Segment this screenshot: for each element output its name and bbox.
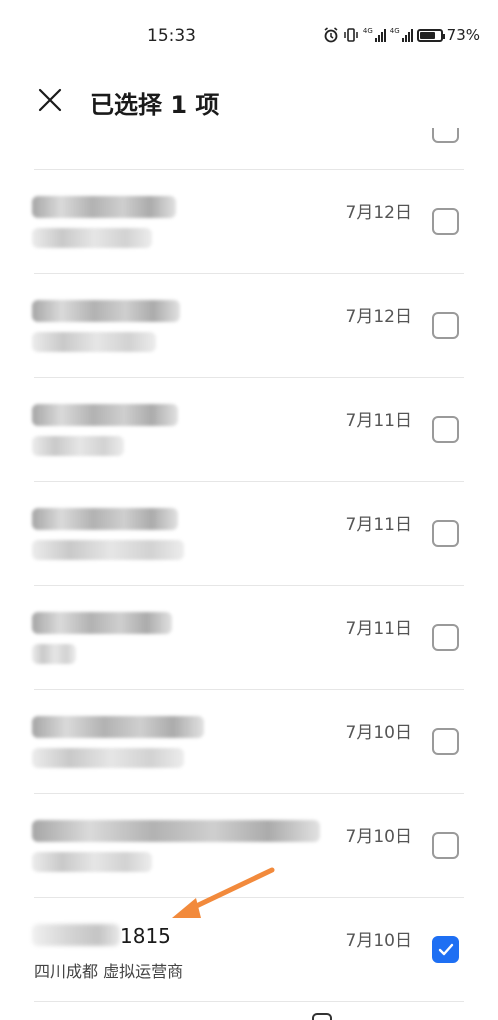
divider (34, 1001, 464, 1002)
checkbox[interactable] (432, 520, 459, 547)
call-date: 7月12日 (345, 203, 412, 223)
checkbox[interactable] (432, 416, 459, 443)
vibrate-icon (344, 28, 358, 42)
redacted-location (32, 436, 124, 456)
redacted-location (32, 644, 76, 664)
redacted-number-prefix (32, 924, 120, 946)
call-date: 7月11日 (345, 411, 412, 431)
page-title: 已选择 1 项 (90, 91, 220, 119)
checkbox[interactable] (432, 128, 459, 143)
battery-percent: 73% (446, 26, 480, 44)
call-date: 7月11日 (345, 515, 412, 535)
list-item[interactable]: 7月12日 (0, 274, 498, 378)
redacted-location (32, 228, 152, 248)
signal-icon-sim1: 4G (363, 28, 386, 42)
call-date: 7月10日 (345, 827, 412, 847)
redacted-number (32, 612, 172, 634)
call-date: 7月12日 (345, 307, 412, 327)
status-icons: 4G 4G 73% (323, 26, 480, 44)
checkbox[interactable] (432, 208, 459, 235)
call-date: 7月11日 (345, 619, 412, 639)
checkbox[interactable] (432, 832, 459, 859)
alarm-icon (324, 27, 338, 43)
checkbox-checked[interactable] (432, 936, 459, 963)
call-log-list[interactable]: 7月12日 7月12日 7月11日 7月11日 7月11日 7月10日 7月10… (0, 128, 498, 1020)
list-item[interactable]: 7月10日 (0, 690, 498, 794)
checkbox[interactable] (432, 312, 459, 339)
selection-header: 已选择 1 项 (0, 72, 498, 128)
redacted-number (32, 404, 178, 426)
checkmark-icon (438, 943, 454, 956)
status-bar: 15:33 4G 4G 73% (0, 0, 498, 72)
redacted-number (32, 300, 180, 322)
redacted-number (32, 716, 204, 738)
redacted-number (32, 196, 176, 218)
list-item[interactable]: 7月11日 (0, 586, 498, 690)
redacted-number (32, 820, 320, 842)
close-button[interactable] (34, 84, 66, 116)
redacted-location (32, 540, 184, 560)
checkbox[interactable] (432, 728, 459, 755)
list-item[interactable]: 7月11日 (0, 482, 498, 586)
close-icon (38, 88, 62, 112)
redacted-location (32, 748, 184, 768)
call-date: 7月10日 (345, 723, 412, 743)
list-item-selected[interactable]: 1815 四川成都 虚拟运营商 7月10日 (0, 898, 498, 1002)
status-time: 15:33 (147, 26, 196, 46)
redacted-location (32, 852, 152, 872)
network-label: 4G (362, 27, 373, 35)
checkbox[interactable] (432, 624, 459, 651)
list-item[interactable]: 7月10日 (0, 794, 498, 898)
signal-icon-sim2: 4G (390, 28, 413, 42)
redacted-number (32, 508, 178, 530)
caller-location: 四川成都 虚拟运营商 (34, 962, 184, 981)
redacted-location (32, 332, 156, 352)
phone-number-suffix: 1815 (120, 924, 171, 948)
toolbar-icon-partial[interactable] (312, 1013, 332, 1020)
list-item[interactable]: 7月12日 (0, 170, 498, 274)
list-item[interactable]: 7月11日 (0, 378, 498, 482)
network-label: 4G (389, 27, 400, 35)
call-date: 7月10日 (345, 931, 412, 951)
battery-icon (416, 28, 445, 42)
